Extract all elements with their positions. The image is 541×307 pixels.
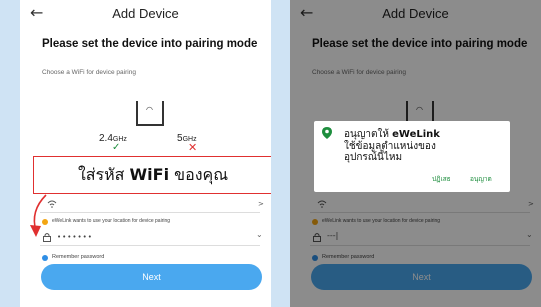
pairing-heading: Please set the device into pairing mode (42, 38, 258, 50)
next-button[interactable]: Next (41, 264, 262, 290)
pairing-subheading: Choose a WiFi for device pairing (42, 69, 136, 76)
top-bar: ← Add Device (20, 0, 271, 30)
router-wifi-icon: ◠ (146, 105, 153, 114)
divider (40, 212, 260, 213)
password-input[interactable]: ••••••• (57, 233, 93, 241)
callout-text: ใส่รหัส WiFi ของคุณ (77, 165, 229, 184)
check-icon: ✓ (112, 142, 121, 153)
router-icon: ◠ (132, 101, 170, 127)
wifi-password-callout: ใส่รหัส WiFi ของคุณ (33, 156, 271, 194)
wifi-icon[interactable] (47, 200, 57, 210)
cross-icon: ✕ (188, 141, 198, 154)
location-note: eWeLink wants to use your location for d… (52, 218, 171, 224)
deny-button[interactable]: ปฏิเสธ (432, 174, 451, 184)
allow-button[interactable]: อนุญาต (470, 174, 492, 184)
chevron-down-icon[interactable]: ⌄ (256, 230, 263, 239)
location-pin-icon (322, 127, 332, 142)
right-screen: ← Add Device Please set the device into … (290, 0, 541, 307)
remember-label: Remember password (52, 254, 105, 260)
location-permission-dialog: อนุญาตให้ eWeLink ใช้ข้อมูลตำแหน่งของ อุ… (314, 121, 510, 192)
divider (40, 245, 260, 246)
red-arrow-icon (30, 194, 47, 237)
wifi-chevron-icon[interactable]: > (258, 200, 264, 208)
page-title: Add Device (112, 6, 179, 21)
remember-checkbox[interactable] (42, 255, 48, 261)
dialog-message: อนุญาตให้ eWeLink ใช้ข้อมูลตำแหน่งของ อุ… (344, 129, 440, 163)
left-screen: ← Add Device Please set the device into … (20, 0, 271, 307)
